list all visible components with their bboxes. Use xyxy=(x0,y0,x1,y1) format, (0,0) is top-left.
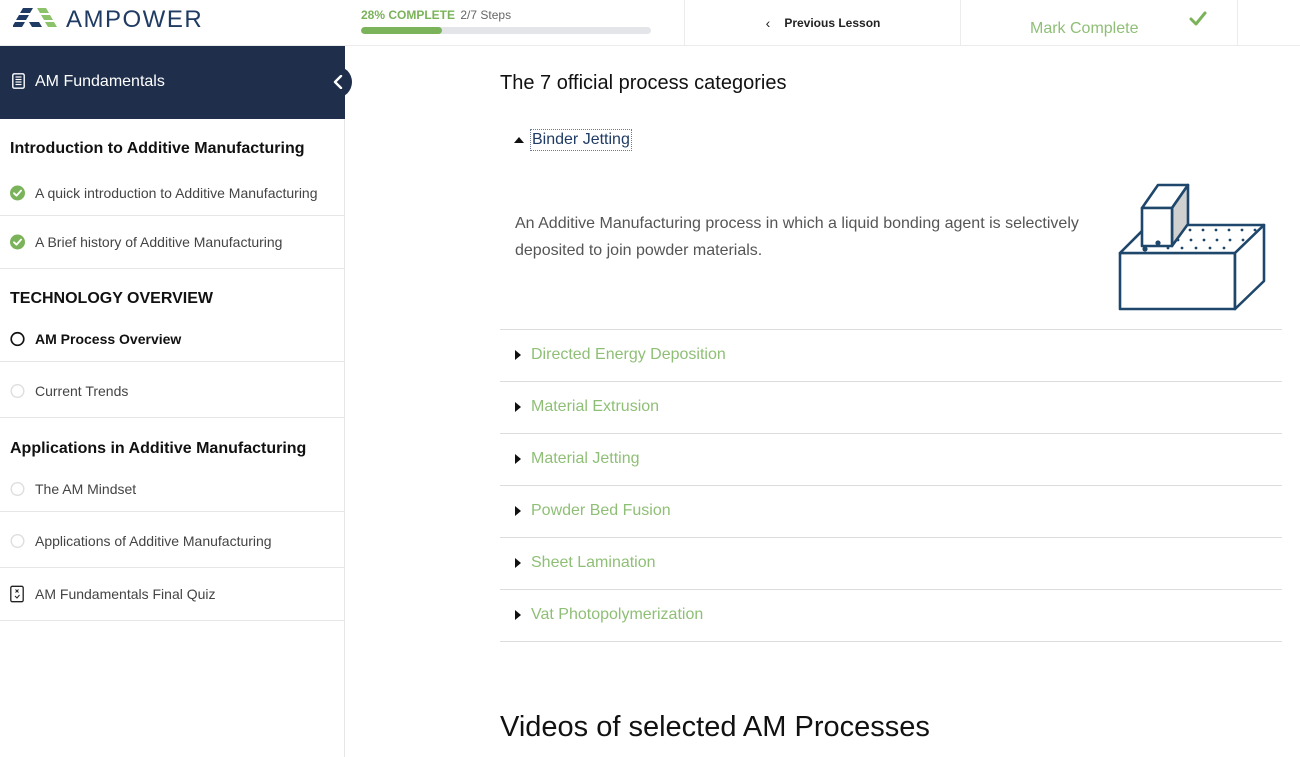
lesson-label: Current Trends xyxy=(35,383,129,399)
lesson-label: The AM Mindset xyxy=(35,480,137,497)
course-title: AM Fundamentals xyxy=(35,73,165,90)
accordion-label: Sheet Lamination xyxy=(531,554,656,571)
lesson-item[interactable]: A Brief history of Additive Manufacturin… xyxy=(0,216,344,269)
progress-steps: 2/7 Steps xyxy=(460,8,512,22)
accordion-label: Directed Energy Deposition xyxy=(531,346,726,363)
accordion-description: An Additive Manufacturing process in whi… xyxy=(515,215,1079,259)
accordion-item[interactable]: Directed Energy Deposition xyxy=(500,330,1282,381)
accordion-label: Powder Bed Fusion xyxy=(531,502,671,519)
accordion-label: Material Extrusion xyxy=(531,398,660,415)
accordion-item[interactable]: Sheet Lamination xyxy=(500,538,1282,589)
completed-check-icon xyxy=(10,234,25,250)
accordion-divider xyxy=(500,641,1282,642)
course-progress: 28% COMPLETE 2/7 Steps xyxy=(361,8,651,34)
accordion-item[interactable]: Powder Bed Fusion xyxy=(500,486,1282,537)
lesson-item-quiz[interactable]: AM Fundamentals Final Quiz xyxy=(0,568,344,621)
caret-right-icon xyxy=(515,454,521,464)
accordion-item[interactable]: Material Extrusion xyxy=(500,382,1282,433)
mark-complete-label: Mark Complete xyxy=(1030,20,1139,37)
lesson-label: AM Process Overview xyxy=(35,330,182,347)
brand-name: AMPOWER xyxy=(66,6,204,33)
top-header: AMPOWER 28% COMPLETE 2/7 Steps ‹ Previou… xyxy=(0,0,1300,46)
caret-right-icon xyxy=(515,350,521,360)
mark-complete-button[interactable]: Mark Complete xyxy=(960,0,1238,45)
section-title: TECHNOLOGY OVERVIEW xyxy=(10,290,213,307)
lesson-content: The 7 official process categories Binder… xyxy=(346,46,1300,757)
progress-percent: 28% COMPLETE xyxy=(361,8,456,22)
lesson-item[interactable]: Current Trends xyxy=(0,365,344,418)
caret-right-icon xyxy=(515,402,521,412)
lesson-item-current[interactable]: AM Process Overview xyxy=(0,316,344,362)
chevron-left-icon xyxy=(333,75,342,89)
lesson-label: AM Fundamentals Final Quiz xyxy=(35,586,216,602)
lesson-item[interactable]: The AM Mindset xyxy=(0,466,344,512)
incomplete-circle-icon xyxy=(10,534,25,548)
logo-mark-icon xyxy=(13,8,57,27)
caret-up-icon xyxy=(514,137,524,143)
accordion-item[interactable]: Material Jetting xyxy=(500,434,1282,485)
course-header: AM Fundamentals xyxy=(0,46,345,119)
videos-heading: Videos of selected AM Processes xyxy=(500,711,930,743)
lesson-label: A Brief history of Additive Manufacturin… xyxy=(35,234,283,250)
completed-check-icon xyxy=(10,185,25,200)
incomplete-circle-icon xyxy=(10,384,25,398)
section-title: Introduction to Additive Manufacturing xyxy=(10,140,305,157)
current-lesson-circle-icon xyxy=(10,331,25,346)
lesson-label: A quick introduction to Additive Manufac… xyxy=(35,184,318,201)
ampower-logo[interactable]: AMPOWER xyxy=(13,6,203,34)
page-heading: The 7 official process categories xyxy=(500,72,787,94)
lesson-item[interactable]: Applications of Additive Manufacturing xyxy=(0,515,344,568)
checkmark-icon xyxy=(1189,11,1207,26)
incomplete-circle-icon xyxy=(10,481,25,496)
section-title: Applications in Additive Manufacturing xyxy=(10,440,307,457)
caret-right-icon xyxy=(515,506,521,516)
book-icon xyxy=(12,73,25,89)
binder-jetting-illustration xyxy=(1118,183,1266,311)
lesson-item[interactable]: A quick introduction to Additive Manufac… xyxy=(0,170,344,216)
lesson-label: Applications of Additive Manufacturing xyxy=(35,533,272,549)
caret-right-icon xyxy=(515,610,521,620)
accordion-item-binder-jetting[interactable]: Binder Jetting xyxy=(514,129,632,151)
progress-bar xyxy=(361,27,651,34)
previous-lesson-button[interactable]: ‹ Previous Lesson xyxy=(684,0,961,45)
accordion-label: Material Jetting xyxy=(531,450,640,467)
chevron-left-icon: ‹ xyxy=(765,14,771,31)
course-sidebar: AM Fundamentals Introduction to Additive… xyxy=(0,46,352,757)
quiz-icon xyxy=(10,585,24,603)
accordion-item[interactable]: Vat Photopolymerization xyxy=(500,590,1282,641)
previous-lesson-label: Previous Lesson xyxy=(784,15,881,30)
accordion-label: Binder Jetting xyxy=(530,129,632,151)
accordion-label: Vat Photopolymerization xyxy=(531,606,704,623)
caret-right-icon xyxy=(515,558,521,568)
progress-bar-fill xyxy=(361,27,443,34)
